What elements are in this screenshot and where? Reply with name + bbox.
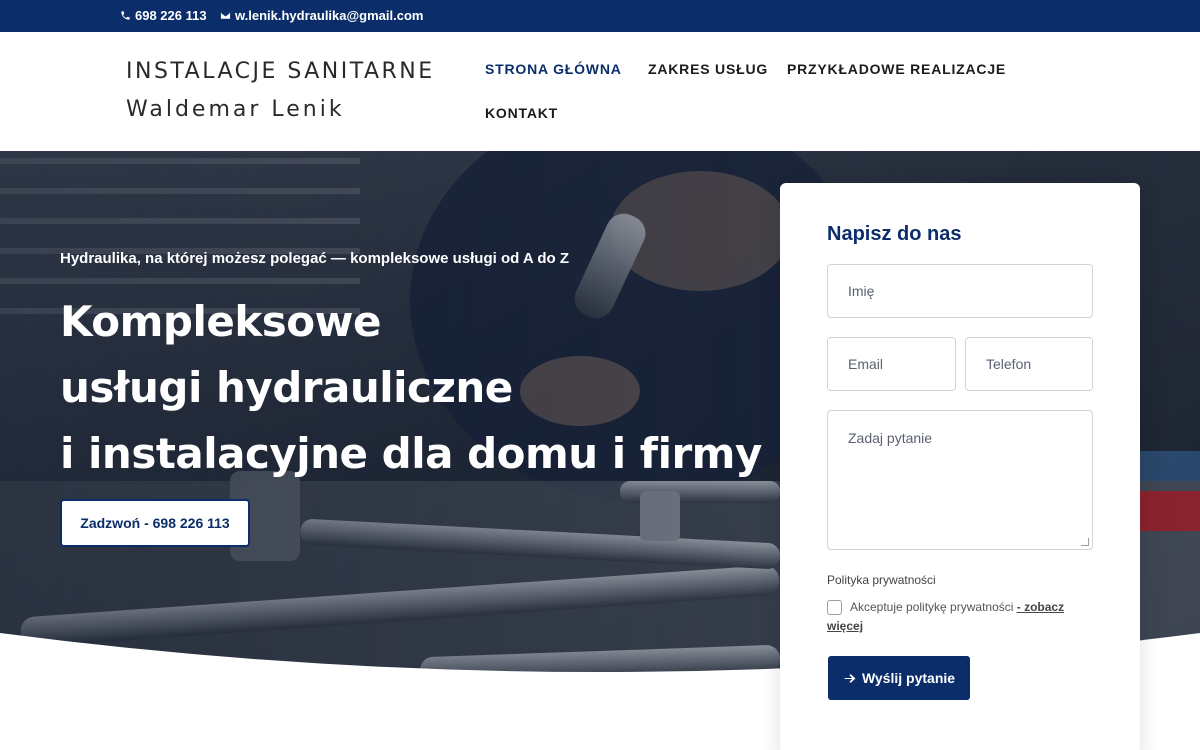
question-textarea[interactable]: Zadaj pytanie	[827, 410, 1093, 550]
nav-item-projects[interactable]: Przykładowe realizacje	[787, 61, 1006, 77]
hero-eyebrow: Hydraulika, na której możesz polegać — k…	[60, 250, 569, 267]
name-input-placeholder: Imię	[848, 283, 875, 299]
hero-headline: Kompleksowe usługi hydrauliczne i instal…	[60, 289, 762, 487]
arrow-right-icon	[844, 673, 856, 683]
call-button[interactable]: Zadzwoń - 698 226 113	[60, 499, 250, 547]
nav-item-services[interactable]: Zakres usług	[648, 61, 768, 77]
nav-item-contact[interactable]: Kontakt	[485, 105, 558, 121]
submit-button[interactable]: Wyślij pytanie	[828, 656, 970, 700]
topbar-email-text: w.lenik.hydraulika@gmail.com	[235, 8, 424, 23]
site-logo[interactable]: INSTALACJE SANITARNE Waldemar Lenik	[126, 58, 435, 124]
privacy-label: Polityka prywatności	[827, 573, 936, 587]
phone-icon	[121, 11, 130, 20]
site-header: INSTALACJE SANITARNE Waldemar Lenik Stro…	[0, 32, 1200, 151]
topbar-phone-text: 698 226 113	[135, 8, 207, 23]
form-title: Napisz do nas	[827, 223, 962, 245]
topbar-email[interactable]: w.lenik.hydraulika@gmail.com	[220, 8, 423, 23]
top-contact-bar: 698 226 113 w.lenik.hydraulika@gmail.com	[0, 0, 1200, 32]
privacy-checkbox[interactable]	[827, 600, 842, 615]
email-input-placeholder: Email	[848, 356, 884, 372]
phone-input[interactable]: Telefon	[965, 337, 1093, 391]
nav-item-home[interactable]: Strona główna	[485, 61, 622, 77]
consent-text-body: Akceptuje politykę prywatności	[850, 600, 1017, 614]
email-input[interactable]: Email	[827, 337, 956, 391]
hero-headline-line-2: usługi hydrauliczne	[60, 363, 513, 412]
textarea-resize-handle[interactable]	[1081, 538, 1089, 546]
hero-headline-line-1: Kompleksowe	[60, 297, 381, 346]
phone-input-placeholder: Telefon	[986, 356, 1032, 372]
question-textarea-placeholder: Zadaj pytanie	[848, 430, 933, 446]
consent-text: Akceptuje politykę prywatności - zobacz …	[827, 598, 1077, 636]
contact-form-card: Napisz do nas Imię Email Telefon Zadaj p…	[780, 183, 1140, 750]
submit-button-label: Wyślij pytanie	[861, 670, 956, 686]
hero-headline-line-3: i instalacyjne dla domu i firmy	[60, 429, 762, 478]
logo-line-2: Waldemar Lenik	[126, 97, 345, 122]
logo-line-1: INSTALACJE SANITARNE	[126, 59, 435, 84]
name-input[interactable]: Imię	[827, 264, 1093, 318]
topbar-phone[interactable]: 698 226 113	[120, 8, 207, 23]
mail-icon	[220, 12, 231, 19]
